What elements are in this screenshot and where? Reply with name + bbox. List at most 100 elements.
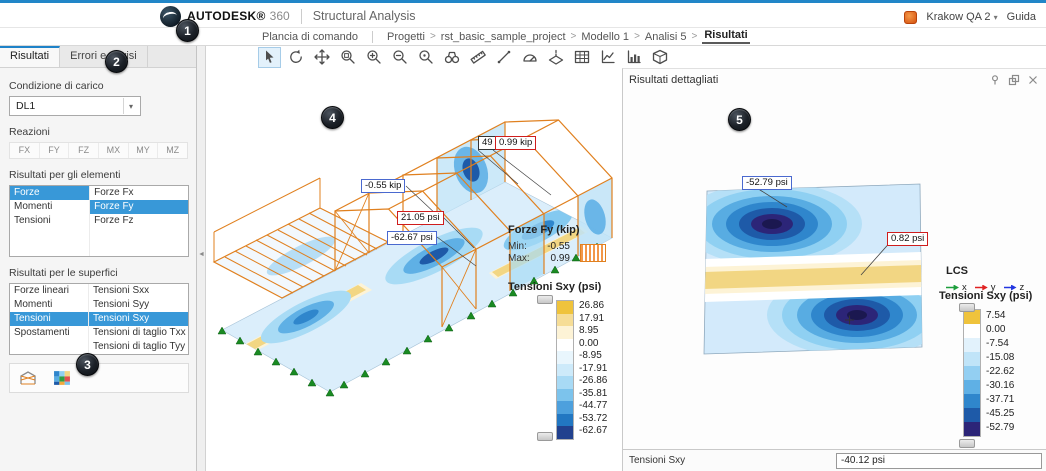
list-item-forze[interactable]: Forze <box>10 186 90 200</box>
breadcrumb: Plancia di comando Progetti > rst_basic_… <box>0 28 1046 46</box>
tab-errori-e-avvisi[interactable]: Errori e avvisi <box>60 46 148 67</box>
color-band <box>557 326 573 339</box>
breadcrumb-item-analysis[interactable]: Analisi 5 <box>645 31 687 43</box>
force-legend-title: Forze Fy (kip) <box>508 224 580 236</box>
list-item-forze-lineari[interactable]: Forze lineari <box>10 284 88 298</box>
zoom-in-icon[interactable] <box>362 47 385 68</box>
breadcrumb-item-project[interactable]: rst_basic_sample_project <box>441 31 566 43</box>
list-item-spostamenti[interactable]: Spostamenti <box>10 326 88 340</box>
orbit-tool-icon[interactable] <box>284 47 307 68</box>
scale-value: 0.00 <box>579 337 599 349</box>
list-item-tensioni[interactable]: Tensioni <box>10 214 89 228</box>
color-band <box>964 338 980 352</box>
reaction-mx-button[interactable]: MX <box>98 143 128 158</box>
scale-value: -52.79 <box>986 422 1015 433</box>
zoom-fit-icon[interactable] <box>414 47 437 68</box>
list-item-momenti[interactable]: Momenti <box>10 200 89 214</box>
scale-value: -35.81 <box>579 387 608 399</box>
panel-tool-strip <box>9 363 189 393</box>
element-results-label: Risultati per gli elementi <box>9 169 121 181</box>
stress-map-button[interactable] <box>48 365 76 391</box>
max-value: 0.99 <box>550 253 570 264</box>
tab-risultati[interactable]: Risultati <box>0 46 61 67</box>
stress-color-scale: 26.86 17.91 8.95 0.00 -8.95 -17.91 -26.8… <box>556 300 607 440</box>
user-menu-button[interactable]: Krakow QA 2 ▾ <box>926 11 997 23</box>
breadcrumb-item-results[interactable]: Risultati <box>702 29 750 44</box>
chevron-down-icon: ▾ <box>123 98 138 114</box>
list-item-taglio-tyy[interactable]: Tensioni di taglio Tyy <box>89 340 188 354</box>
left-panel-tabs: Risultati Errori e avvisi <box>0 46 196 68</box>
force-diagram-swatch <box>580 243 606 262</box>
list-item-tensioni-sxx[interactable]: Tensioni Sxx <box>89 284 188 298</box>
callout-4: 4 <box>321 106 344 129</box>
color-band <box>964 422 980 436</box>
probe-value-input[interactable] <box>836 452 1042 469</box>
breadcrumb-item-projects[interactable]: Progetti <box>387 31 425 43</box>
detailed-results-title: Risultati dettagliati <box>629 74 719 86</box>
breadcrumb-separator: > <box>691 31 698 42</box>
list-item-forze-fz[interactable]: Forze Fz <box>90 214 188 228</box>
protractor-icon[interactable] <box>518 47 541 68</box>
probe-label: Tensioni Sxy <box>629 455 686 466</box>
lcs-title: LCS <box>946 265 968 277</box>
breadcrumb-item-model[interactable]: Modello 1 <box>581 31 629 43</box>
reaction-fy-button[interactable]: FY <box>38 143 69 158</box>
brand-divider <box>300 8 302 24</box>
panel-splitter[interactable]: ◄ <box>197 46 206 471</box>
reaction-mz-button[interactable]: MZ <box>157 143 187 158</box>
color-band <box>557 363 573 376</box>
close-panel-icon[interactable] <box>1026 73 1040 87</box>
list-item-momenti-sup[interactable]: Momenti <box>10 298 88 312</box>
color-band <box>557 413 573 426</box>
measure-ruler-icon[interactable] <box>466 47 489 68</box>
element-results-listbox: Forze Momenti Tensioni Forze Fx Forze Fy… <box>9 185 189 257</box>
stress-map-icon <box>54 371 70 385</box>
breadcrumb-separator: > <box>429 31 436 42</box>
pin-panel-icon[interactable] <box>988 73 1002 87</box>
load-case-value: DL1 <box>16 100 36 112</box>
scale-slider-bottom[interactable] <box>537 432 553 441</box>
probe-bar: Tensioni Sxy <box>623 449 1046 471</box>
dashboard-link[interactable]: Plancia di comando <box>262 31 358 43</box>
undock-panel-icon[interactable] <box>1007 73 1021 87</box>
scale-value: 26.86 <box>579 300 605 311</box>
detail-scale-slider-top[interactable] <box>959 303 975 312</box>
scale-slider-top[interactable] <box>537 295 553 304</box>
user-name: Krakow QA 2 <box>926 11 991 23</box>
select-tool-icon[interactable] <box>258 46 281 68</box>
scale-value: 0.00 <box>986 324 1006 335</box>
list-item-tensioni-sup[interactable]: Tensioni <box>10 312 88 326</box>
find-icon[interactable] <box>440 47 463 68</box>
callout-5: 5 <box>728 108 751 131</box>
measure-distance-icon[interactable] <box>492 47 515 68</box>
surface-results-label: Risultati per le superfici <box>9 267 118 279</box>
pan-tool-icon[interactable] <box>310 47 333 68</box>
table-view-icon[interactable] <box>570 47 593 68</box>
detailed-contour-plot[interactable] <box>699 179 929 359</box>
structure-view-button[interactable] <box>14 365 42 391</box>
zoom-out-icon[interactable] <box>388 47 411 68</box>
zoom-window-icon[interactable] <box>336 47 359 68</box>
section-plane-icon[interactable] <box>544 47 567 68</box>
reaction-fx-button[interactable]: FX <box>10 143 39 158</box>
list-item-tensioni-syy[interactable]: Tensioni Syy <box>89 298 188 312</box>
color-band <box>557 338 573 351</box>
list-item-tensioni-sxy[interactable]: Tensioni Sxy <box>89 312 188 326</box>
chart-view-icon[interactable] <box>622 47 645 68</box>
list-item-forze-fx[interactable]: Forze Fx <box>90 186 188 200</box>
user-avatar-icon <box>904 10 918 24</box>
load-case-select[interactable]: DL1 ▾ <box>9 96 141 116</box>
help-link[interactable]: Guida <box>1007 11 1036 23</box>
detail-scale-slider-bottom[interactable] <box>959 439 975 448</box>
reactions-label: Reazioni <box>9 126 50 138</box>
detail-stress-legend-title: Tensioni Sxy (psi) <box>939 290 1033 302</box>
reaction-fz-button[interactable]: FZ <box>68 143 98 158</box>
list-item-taglio-txx[interactable]: Tensioni di taglio Txx <box>89 326 188 340</box>
diagram-view-icon[interactable] <box>596 47 619 68</box>
scale-value: -26.86 <box>579 375 608 386</box>
color-band <box>557 313 573 326</box>
section-box-icon[interactable] <box>648 47 671 68</box>
reaction-my-button[interactable]: MY <box>127 143 158 158</box>
scale-value: -22.62 <box>986 366 1015 377</box>
list-item-forze-fy[interactable]: Forze Fy <box>90 200 188 214</box>
